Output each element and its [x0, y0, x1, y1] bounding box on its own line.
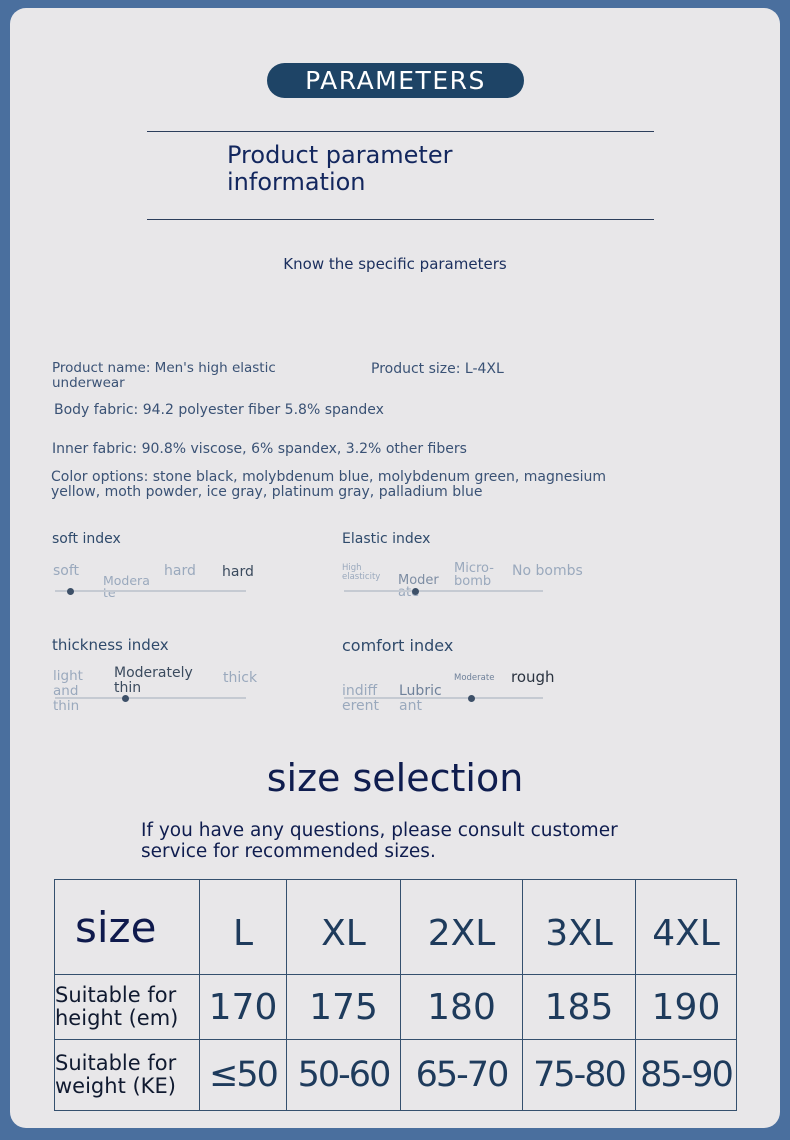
soft-label-moderate: Modera te: [103, 574, 150, 600]
color-options-line1: Color options: stone black, molybdenum b…: [51, 469, 607, 485]
soft-index-track: [55, 590, 246, 592]
thickness-label-light-1: light: [53, 668, 83, 684]
size-cell: L: [199, 879, 287, 975]
weight-row-label: Suitable for weight (KE): [54, 1039, 200, 1111]
thickness-label-moderate-2: thin: [114, 680, 142, 696]
size-row-label: size: [54, 879, 200, 975]
elastic-label-high: High elasticity: [342, 564, 380, 582]
elastic-label-micro: Micro- bomb: [454, 562, 494, 588]
elastic-label-no-bombs: No bombs: [512, 563, 583, 579]
height-row-label-2: height (em): [55, 1006, 179, 1030]
height-row-label-1: Suitable for: [55, 983, 177, 1007]
weight-row-label-1: Suitable for: [55, 1051, 177, 1075]
size-table: size L XL 2XL 3XL 4XL Suitable for heigh…: [54, 879, 737, 1111]
soft-label-hard: hard: [164, 563, 196, 579]
comfort-label-moderate: Moderate: [454, 673, 495, 683]
elastic-index-marker: [412, 587, 420, 595]
elastic-index-track: [344, 590, 543, 592]
size-selection-heading: size selection: [266, 756, 524, 800]
page-title-line1: Product parameter: [227, 141, 453, 169]
size-cell: 3XL: [522, 879, 636, 975]
weight-cell: ≤50: [199, 1039, 287, 1111]
product-name-line2: underwear: [52, 375, 125, 391]
body-fabric: Body fabric: 94.2 polyester fiber 5.8% s…: [54, 402, 384, 418]
product-name: Product name: Men's high elastic underwe…: [52, 361, 276, 391]
parameters-badge: PARAMETERS: [267, 63, 524, 98]
comfort-index-track: [344, 697, 543, 699]
height-cell: 175: [286, 974, 401, 1040]
soft-label-moderate-2: te: [103, 585, 116, 600]
elastic-label-micro-2: bomb: [454, 574, 492, 589]
color-options-line2: yellow, moth powder, ice gray, platinum …: [51, 484, 483, 500]
page-title-line2: information: [227, 168, 366, 196]
weight-cell: 85-90: [635, 1039, 737, 1111]
soft-index-title: soft index: [52, 531, 121, 547]
height-cell: 185: [522, 974, 636, 1040]
comfort-label-indifferent: indiff erent: [342, 684, 379, 714]
soft-index-marker: [66, 587, 74, 595]
parameters-badge-label: PARAMETERS: [305, 66, 486, 95]
size-cell: XL: [286, 879, 401, 975]
size-note-line2: service for recommended sizes.: [141, 841, 436, 862]
size-note: If you have any questions, please consul…: [141, 820, 681, 862]
thickness-label-moderate-1: Moderately: [114, 665, 193, 681]
page-title: Product parameter information: [227, 142, 527, 196]
comfort-label-lubricant-2: ant: [399, 698, 422, 714]
elastic-label-high-2: elasticity: [342, 572, 381, 582]
table-row-size: size L XL 2XL 3XL 4XL: [54, 879, 737, 975]
thickness-label-thick: thick: [223, 670, 258, 686]
weight-cell: 50-60: [286, 1039, 401, 1111]
bottom-divider: [147, 219, 654, 220]
thickness-label-light-3: thin: [53, 698, 80, 714]
weight-row-label-2: weight (KE): [55, 1074, 176, 1098]
height-cell: 190: [635, 974, 737, 1040]
height-row-label: Suitable for height (em): [54, 974, 200, 1040]
comfort-index-marker: [467, 694, 475, 702]
size-cell: 2XL: [400, 879, 523, 975]
thickness-label-moderate: Moderately thin: [114, 666, 193, 696]
product-name-line1: Product name: Men's high elastic: [52, 360, 276, 376]
table-row-weight: Suitable for weight (KE) ≤50 50-60 65-70…: [54, 1039, 737, 1111]
inner-fabric: Inner fabric: 90.8% viscose, 6% spandex,…: [52, 441, 467, 457]
soft-label-hard-selected: hard: [222, 564, 254, 580]
weight-cell: 65-70: [400, 1039, 523, 1111]
comfort-label-lubricant: Lubric ant: [399, 684, 442, 714]
top-divider: [147, 131, 654, 132]
size-cell: 4XL: [635, 879, 737, 975]
weight-cell: 75-80: [522, 1039, 636, 1111]
elastic-index-title: Elastic index: [342, 531, 431, 547]
thickness-index-marker: [122, 694, 130, 702]
thickness-index-track: [55, 697, 246, 699]
thickness-label-light: light and thin: [53, 669, 83, 714]
page-subtitle: Know the specific parameters: [283, 255, 507, 273]
color-options: Color options: stone black, molybdenum b…: [51, 470, 606, 500]
thickness-index-title: thickness index: [52, 636, 169, 654]
comfort-label-indifferent-2: erent: [342, 698, 380, 714]
soft-label-soft: soft: [53, 563, 80, 579]
product-size: Product size: L-4XL: [371, 361, 504, 377]
table-row-height: Suitable for height (em) 170 175 180 185…: [54, 974, 737, 1040]
height-cell: 170: [199, 974, 287, 1040]
comfort-label-rough: rough: [511, 668, 555, 686]
size-note-line1: If you have any questions, please consul…: [141, 820, 618, 841]
comfort-index-title: comfort index: [342, 636, 454, 655]
elastic-label-moderate: Moder ate: [398, 574, 439, 599]
height-cell: 180: [400, 974, 523, 1040]
